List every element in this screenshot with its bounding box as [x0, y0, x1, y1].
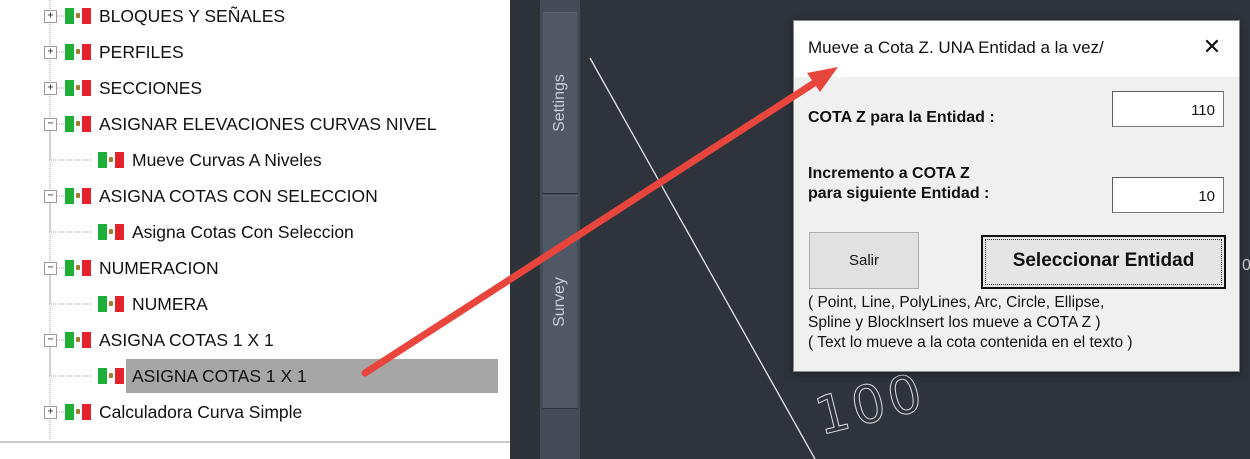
mexico-flag-icon	[98, 152, 125, 168]
tree-node-label: Mueve Curvas A Niveles	[132, 149, 322, 170]
mexico-flag-icon	[65, 44, 92, 60]
tree-node-label: ASIGNA COTAS 1 X 1	[126, 359, 498, 393]
mexico-flag-icon	[98, 368, 125, 384]
mexico-flag-icon	[98, 296, 125, 312]
mexico-flag-icon	[65, 80, 92, 96]
tree-group-node[interactable]: + BLOQUES Y SEÑALES	[44, 0, 285, 33]
tab-settings[interactable]: Settings	[543, 12, 577, 194]
tree-leaf-node[interactable]: Mueve Curvas A Niveles	[90, 143, 322, 177]
vertical-tab-strip: Settings Survey	[540, 0, 580, 459]
mexico-flag-icon	[65, 116, 92, 132]
tree-node-label: NUMERA	[132, 293, 208, 314]
canvas-edge-text: 0	[1242, 257, 1250, 274]
tree-node-label: ASIGNAR ELEVACIONES CURVAS NIVEL	[99, 113, 437, 134]
tree-group-node[interactable]: − ASIGNA COTAS 1 X 1	[44, 323, 274, 357]
note-line-3: ( Text lo mueve a la cota contenida en e…	[808, 334, 1133, 351]
incremento-input[interactable]: 10	[1112, 177, 1224, 213]
tab-settings-label: Settings	[551, 74, 568, 132]
tree-bottom-divider	[0, 441, 530, 443]
collapse-icon[interactable]: −	[44, 117, 57, 131]
dialog-help-note: ( Point, Line, PolyLines, Arc, Circle, E…	[808, 293, 1133, 353]
cota-z-input[interactable]: 110	[1112, 91, 1224, 127]
dialog-titlebar[interactable]: Mueve a Cota Z. UNA Entidad a la vez/ ✕	[794, 21, 1239, 77]
close-icon[interactable]: ✕	[1197, 33, 1227, 63]
tree-group-node[interactable]: − ASIGNAR ELEVACIONES CURVAS NIVEL	[44, 107, 436, 141]
expand-icon[interactable]: +	[44, 81, 57, 95]
note-line-2: Spline y BlockInsert los mueve a COTA Z …	[808, 314, 1101, 331]
collapse-icon[interactable]: −	[44, 333, 57, 347]
tree-node-label: BLOQUES Y SEÑALES	[99, 5, 286, 26]
collapse-icon[interactable]: −	[44, 261, 57, 275]
tree-node-label: NUMERACION	[99, 257, 219, 278]
tree-node-label: Calculadora Curva Simple	[99, 401, 303, 422]
expand-icon[interactable]: +	[44, 9, 57, 23]
incremento-label-line1: Incremento a COTA Z	[808, 165, 970, 182]
tree-group-node[interactable]: − NUMERACION	[44, 251, 219, 285]
collapse-icon[interactable]: −	[44, 189, 57, 203]
cota-z-label: COTA Z para la Entidad :	[808, 109, 995, 126]
mexico-flag-icon	[65, 188, 92, 204]
tab-survey-label: Survey	[551, 277, 568, 327]
drawing-line[interactable]	[589, 57, 816, 459]
tree-node-label: PERFILES	[99, 41, 184, 62]
note-line-1: ( Point, Line, PolyLines, Arc, Circle, E…	[808, 294, 1105, 311]
tree-leaf-node[interactable]: NUMERA	[90, 287, 208, 321]
mexico-flag-icon	[65, 260, 92, 276]
mexico-flag-icon	[65, 332, 92, 348]
tree-node-label: ASIGNA COTAS CON SELECCION	[99, 185, 378, 206]
mexico-flag-icon	[98, 224, 125, 240]
tree-panel: + BLOQUES Y SEÑALES + PERFILES + SECCIONES − AS…	[0, 0, 530, 459]
tree-group-node[interactable]: + Calculadora Curva Simple	[44, 395, 302, 429]
tree-leaf-node[interactable]: Asigna Cotas Con Seleccion	[90, 215, 354, 249]
tree-group-node[interactable]: + SECCIONES	[44, 71, 202, 105]
tree-leaf-node[interactable]: ASIGNA COTAS 1 X 1	[90, 359, 498, 393]
salir-button[interactable]: Salir	[809, 232, 919, 289]
expand-icon[interactable]: +	[44, 45, 57, 59]
tree-group-node[interactable]: + PERFILES	[44, 35, 184, 69]
mexico-flag-icon	[65, 8, 92, 24]
tree-node-label: SECCIONES	[99, 77, 203, 98]
tree-group-node[interactable]: − ASIGNA COTAS CON SELECCION	[44, 179, 378, 213]
seleccionar-entidad-button[interactable]: Seleccionar Entidad	[981, 235, 1226, 289]
panel-gap	[510, 0, 540, 459]
tree-node-label: ASIGNA COTAS 1 X 1	[99, 329, 274, 350]
tree-node-label: Asigna Cotas Con Seleccion	[132, 221, 354, 242]
tab-survey[interactable]: Survey	[543, 195, 577, 409]
mexico-flag-icon	[65, 404, 92, 420]
cota-z-dialog: Mueve a Cota Z. UNA Entidad a la vez/ ✕ …	[793, 20, 1240, 372]
dialog-title: Mueve a Cota Z. UNA Entidad a la vez/	[808, 38, 1104, 57]
incremento-label-line2: para siguiente Entidad :	[808, 185, 990, 202]
expand-icon[interactable]: +	[44, 405, 57, 419]
